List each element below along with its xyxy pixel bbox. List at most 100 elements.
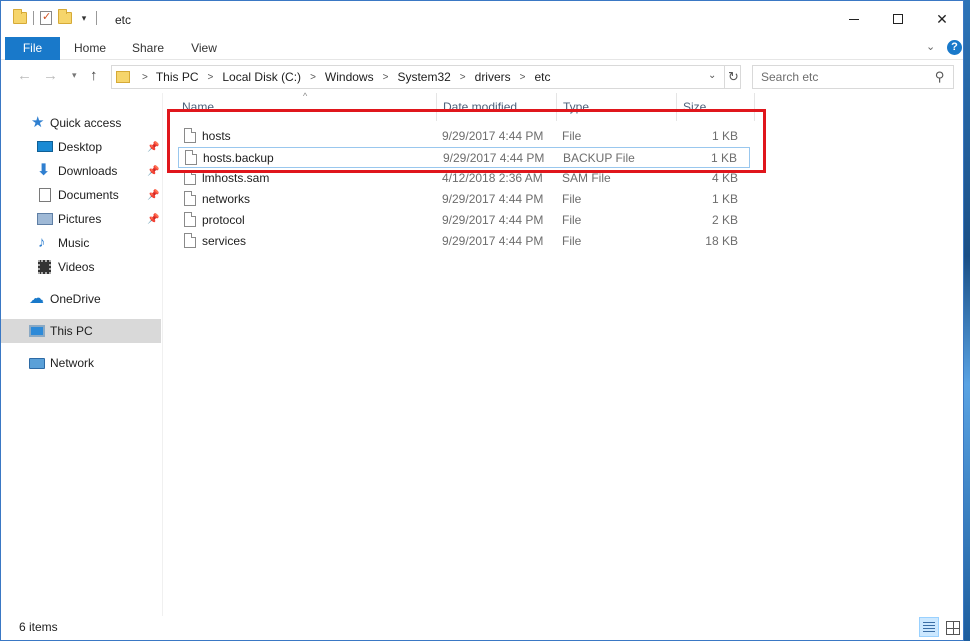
- window-title: etc: [115, 13, 132, 27]
- up-arrow-icon[interactable]: ↑: [90, 67, 98, 84]
- breadcrumb-separator-icon[interactable]: >: [460, 72, 466, 83]
- file-size: 18 KB: [705, 234, 738, 248]
- file-type: File: [562, 234, 582, 248]
- sidebar-item-this-pc[interactable]: This PC: [1, 319, 161, 343]
- computer-icon: [29, 325, 45, 337]
- minimize-icon: [849, 18, 859, 20]
- tab-view[interactable]: View: [182, 37, 226, 60]
- folder-icon: [116, 71, 130, 83]
- file-name: lmhosts.sam: [202, 171, 270, 185]
- breadcrumb-separator-icon[interactable]: >: [208, 72, 214, 83]
- breadcrumb-item[interactable]: Local Disk (C:): [222, 70, 301, 84]
- properties-icon[interactable]: [40, 10, 52, 25]
- new-folder-icon[interactable]: [58, 9, 72, 24]
- sidebar-item-label: OneDrive: [50, 292, 101, 306]
- sidebar-item-music[interactable]: ♪ Music: [1, 231, 161, 255]
- sidebar-item-label: Pictures: [58, 212, 102, 226]
- sidebar-item-label: Documents: [58, 188, 119, 202]
- file-date-modified: 9/29/2017 4:44 PM: [442, 192, 544, 206]
- sidebar-item-pictures[interactable]: Pictures 📌: [1, 207, 161, 231]
- address-history-chevron-icon[interactable]: ⌄: [708, 70, 716, 81]
- sidebar-item-downloads[interactable]: ⬇ Downloads 📌: [1, 159, 161, 183]
- file-name: services: [202, 234, 247, 248]
- pin-icon[interactable]: 📌: [147, 166, 159, 177]
- network-icon: [29, 357, 45, 369]
- tab-file[interactable]: File: [5, 37, 60, 60]
- file-date-modified: 9/29/2017 4:44 PM: [442, 234, 544, 248]
- sidebar-item-documents[interactable]: Documents 📌: [1, 183, 161, 207]
- pin-icon[interactable]: 📌: [147, 214, 159, 225]
- search-placeholder: Search etc: [761, 70, 819, 84]
- title-bar: ▾ etc ✕: [1, 1, 963, 37]
- maximize-button[interactable]: [875, 1, 921, 37]
- file-row-protocol[interactable]: protocol 9/29/2017 4:44 PM File 2 KB: [178, 210, 750, 231]
- file-type: File: [562, 192, 582, 206]
- navigation-pane: ★ Quick access Desktop 📌 ⬇ Downloads 📌 D…: [1, 101, 161, 616]
- sidebar-item-label: Quick access: [50, 116, 122, 130]
- pictures-icon: [37, 213, 53, 225]
- sidebar-item-videos[interactable]: Videos: [1, 255, 161, 279]
- breadcrumb-item[interactable]: This PC: [156, 70, 199, 84]
- address-bar[interactable]: > This PC > Local Disk (C:) > Windows > …: [111, 65, 741, 89]
- explorer-window: ▾ etc ✕ File Home Share View ⌄ ? ← → ▾ ↑…: [0, 0, 964, 641]
- file-row-services[interactable]: services 9/29/2017 4:44 PM File 18 KB: [178, 231, 750, 252]
- breadcrumb-item[interactable]: System32: [397, 70, 450, 84]
- sidebar-item-network[interactable]: Network: [1, 351, 161, 375]
- divider: [33, 11, 34, 25]
- sidebar-item-label: This PC: [50, 324, 93, 338]
- breadcrumb-separator-icon[interactable]: >: [383, 72, 389, 83]
- desktop-background: [964, 0, 970, 641]
- file-size: 2 KB: [711, 213, 738, 227]
- quick-access-toolbar: ▾: [13, 9, 97, 25]
- breadcrumb-item[interactable]: etc: [535, 70, 551, 84]
- file-size: 1 KB: [711, 192, 738, 206]
- sidebar-item-label: Network: [50, 356, 95, 370]
- sidebar-item-label: Music: [58, 236, 90, 250]
- minimize-button[interactable]: [831, 1, 877, 37]
- sidebar-item-quick-access[interactable]: ★ Quick access: [1, 111, 161, 135]
- music-icon: ♪: [38, 234, 46, 251]
- sidebar-item-onedrive[interactable]: ☁ OneDrive: [1, 287, 161, 311]
- breadcrumb-item[interactable]: drivers: [475, 70, 511, 84]
- search-input[interactable]: Search etc ⚲: [752, 65, 954, 89]
- status-bar: 6 items: [1, 616, 963, 640]
- highlight-annotation-box: [167, 109, 766, 173]
- details-view-icon[interactable]: [919, 617, 939, 637]
- pane-divider[interactable]: [162, 93, 163, 616]
- folder-icon: [13, 9, 27, 24]
- tab-share[interactable]: Share: [125, 37, 171, 60]
- recent-locations-chevron-icon[interactable]: ▾: [72, 70, 77, 81]
- pin-icon[interactable]: 📌: [147, 142, 159, 153]
- help-icon[interactable]: ?: [947, 40, 962, 55]
- breadcrumb: > This PC > Local Disk (C:) > Windows > …: [138, 70, 551, 84]
- tab-home[interactable]: Home: [67, 37, 113, 60]
- star-icon: ★: [31, 114, 45, 131]
- forward-arrow-icon[interactable]: →: [43, 67, 58, 84]
- close-icon: ✕: [936, 10, 948, 27]
- breadcrumb-separator-icon[interactable]: >: [310, 72, 316, 83]
- sidebar-item-desktop[interactable]: Desktop 📌: [1, 135, 161, 159]
- large-icons-view-icon[interactable]: [942, 617, 962, 637]
- breadcrumb-separator-icon[interactable]: >: [142, 72, 148, 83]
- desktop-icon: [37, 141, 53, 152]
- refresh-icon[interactable]: ↻: [724, 66, 742, 88]
- sidebar-item-label: Videos: [58, 260, 95, 274]
- maximize-icon: [893, 14, 903, 24]
- expand-ribbon-chevron-icon[interactable]: ⌄: [926, 40, 935, 53]
- breadcrumb-item[interactable]: Windows: [325, 70, 374, 84]
- customize-toolbar-chevron-icon[interactable]: ▾: [78, 13, 90, 24]
- navigation-bar: ← → ▾ ↑ > This PC > Local Disk (C:) > Wi…: [1, 61, 963, 93]
- close-button[interactable]: ✕: [919, 1, 965, 37]
- file-date-modified: 9/29/2017 4:44 PM: [442, 213, 544, 227]
- pin-icon[interactable]: 📌: [147, 190, 159, 201]
- ribbon-tabs: File Home Share View ⌄ ?: [1, 37, 963, 60]
- file-name: protocol: [202, 213, 245, 227]
- breadcrumb-separator-icon[interactable]: >: [520, 72, 526, 83]
- download-icon: ⬇: [37, 162, 51, 179]
- search-icon: ⚲: [935, 69, 945, 84]
- file-icon: [184, 191, 196, 206]
- back-arrow-icon[interactable]: ←: [17, 67, 32, 84]
- file-row-networks[interactable]: networks 9/29/2017 4:44 PM File 1 KB: [178, 189, 750, 210]
- file-type: File: [562, 213, 582, 227]
- file-type: SAM File: [562, 171, 611, 185]
